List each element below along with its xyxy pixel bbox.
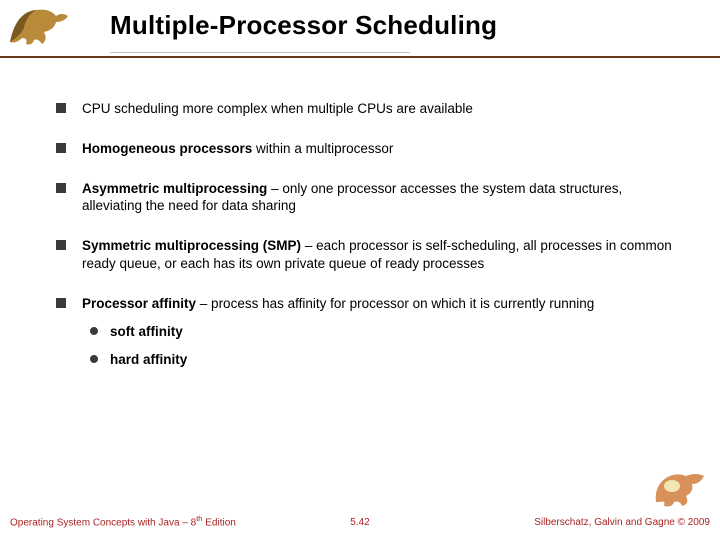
slide-content: CPU scheduling more complex when multipl…: [56, 100, 676, 390]
bullet-bold: Asymmetric multiprocessing: [82, 181, 267, 196]
bullet-bold: Symmetric multiprocessing (SMP): [82, 238, 301, 253]
slide-title: Multiple-Processor Scheduling: [110, 10, 497, 41]
bullet-item: Homogeneous processors within a multipro…: [56, 140, 676, 158]
bullet-item: Asymmetric multiprocessing – only one pr…: [56, 180, 676, 216]
sub-bullet-item: hard affinity: [88, 351, 676, 369]
dinosaur-left-icon: [6, 2, 76, 50]
bullet-text: within a multiprocessor: [252, 141, 393, 156]
footer-right-text: Silberschatz, Galvin and Gagne © 2009: [534, 517, 710, 528]
bullet-item: Symmetric multiprocessing (SMP) – each p…: [56, 237, 676, 273]
bullet-text: – process has affinity for processor on …: [196, 296, 594, 311]
slide-header: Multiple-Processor Scheduling: [0, 0, 720, 64]
title-underline-short: [110, 52, 410, 53]
bullet-item: CPU scheduling more complex when multipl…: [56, 100, 676, 118]
sub-bullet-item: soft affinity: [88, 323, 676, 341]
bullet-list: CPU scheduling more complex when multipl…: [56, 100, 676, 368]
bullet-bold: Homogeneous processors: [82, 141, 252, 156]
bullet-bold: Processor affinity: [82, 296, 196, 311]
slide-footer: Operating System Concepts with Java – 8t…: [0, 500, 720, 540]
bullet-text: CPU scheduling more complex when multipl…: [82, 101, 473, 116]
sub-bullet-list: soft affinity hard affinity: [88, 323, 676, 369]
bullet-item: Processor affinity – process has affinit…: [56, 295, 676, 368]
header-divider: [0, 56, 720, 58]
